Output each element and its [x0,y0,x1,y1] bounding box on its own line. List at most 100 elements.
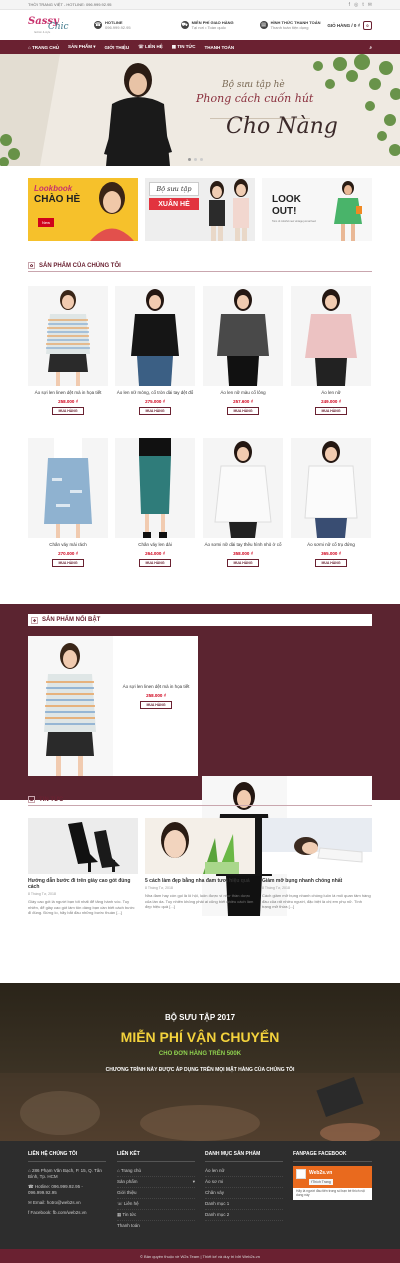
footer-cat-item[interactable]: Áo len nữ [205,1166,283,1177]
news-title[interactable]: Giảm mỡ bụng nhanh chóng nhất [262,878,372,884]
nav-item-news[interactable]: ▦ TIN TỨC [172,44,196,50]
featured-title: ❖ SẢN PHẨM NỔI BẬT [28,614,372,626]
instagram-icon[interactable]: ◎ [354,2,358,8]
buy-button[interactable]: MUA HÀNG [315,558,347,567]
product-name[interactable]: Áo sơmi nữ dài tay thêu hình nhỏ ở cổ [203,542,283,548]
footer-link-payment[interactable]: Thanh toán [117,1221,195,1231]
footer-email[interactable]: ✉ Email: hotro@web2s.vn [28,1198,106,1208]
search-icon[interactable]: ⌕ [369,45,372,50]
buy-button[interactable]: MUA HÀNG [139,558,171,567]
promo-line-2: MIỄN PHÍ VẬN CHUYỂN [120,1029,280,1045]
footer-contact: LIÊN HỆ CHÚNG TÔI ⌂ 286 Phạm Văn Bạch, P… [28,1151,106,1218]
nav-label: SẢN PHẨM [67,44,92,49]
buy-button[interactable]: MUA HÀNG [52,406,84,415]
footer-cat-item[interactable]: Áo sơ mi [205,1177,283,1188]
nav-item-payment[interactable]: THANH TOÁN [205,45,235,50]
news-title[interactable]: Hướng dẫn bước đi trên giày cao gót đúng… [28,878,138,890]
copyright-text: © Bản quyền thuộc về W2s Team | Thiết kế… [139,1253,260,1259]
buy-button[interactable]: MUA HÀNG [315,406,347,415]
product-name[interactable]: Áo len nữ [291,390,371,396]
slider-dots[interactable] [188,158,203,161]
news-card[interactable]: Giảm mỡ bụng nhanh chóng nhất 8 Tháng Tư… [262,818,372,910]
mail-icon[interactable]: ✉ [368,2,372,8]
nav-item-contact[interactable]: ☏ LIÊN HỆ [138,44,163,50]
logo[interactable]: Sassy Chic fashion & style [28,14,70,36]
product-card[interactable]: Chân váy mài rách 270.000 ₫ MUA HÀNG [28,438,108,567]
twitter-icon[interactable]: t [362,2,363,8]
footer-cat-item[interactable]: Chân váy [205,1188,283,1199]
product-image[interactable] [115,286,195,386]
news-excerpt: Giày cao gót là người bạn tốt nhất để tă… [28,899,135,915]
banner-spring-summer[interactable]: Bộ sưu tập XUÂN HÈ [145,178,255,241]
hero-slider[interactable]: Bộ sưu tập hè Phong cách cuốn hút Cho Nà… [0,54,400,166]
product-name[interactable]: Chân váy len dài [115,542,195,548]
news-image[interactable] [262,818,372,874]
product-price: 249.000 ₫ [321,398,341,404]
product-card[interactable]: Áo sợi len linen dệt mà in họa tiết 258.… [28,286,108,415]
buy-button[interactable]: MUA HÀNG [139,406,171,415]
buy-button[interactable]: MUA HÀNG [227,558,259,567]
news-date: 8 Tháng Tư, 2018 [145,886,173,890]
product-card[interactable]: Áo sơmi nữ dài tay thêu hình nhỏ ở cổ 35… [203,438,283,567]
news-title[interactable]: 5 cách làm đẹp bằng nha đam tươi hiệu qu… [145,878,255,884]
footer-link-about[interactable]: Giới thiệu [117,1188,195,1199]
news-card[interactable]: 5 cách làm đẹp bằng nha đam tươi hiệu qu… [145,818,255,910]
slider-dot[interactable] [200,158,203,161]
news-excerpt: Cách giảm mỡ bụng nhanh chóng luôn là mố… [262,893,371,909]
footer-link-news[interactable]: ▦ Tin tức [117,1210,195,1221]
products-section: ✿ SẢN PHẨM CỦA CHÚNG TÔI [28,260,372,272]
nav-item-home[interactable]: ⌂ TRANG CHỦ [28,45,59,50]
fb-like-button[interactable]: f Thích Trang [309,1179,333,1185]
product-card[interactable]: Áo len nữ 249.000 ₫ MUA HÀNG [291,286,371,415]
chevron-down-icon[interactable]: ▾ [193,1179,195,1185]
footer-facebook[interactable]: f Facebook: fb.com/web2s.vn [28,1208,106,1218]
slider-dot[interactable] [194,158,197,161]
banner-look-out[interactable]: LOOK OUT! Tons of colorful new vintage j… [262,178,372,241]
featured-name[interactable]: Áo sợi len linen dệt mà in họa tiết [120,684,192,690]
product-image[interactable] [28,438,108,538]
nav-item-products[interactable]: SẢN PHẨM ▾ [68,44,96,50]
facebook-icon[interactable]: f [349,2,350,8]
footer-cat-item[interactable]: Danh mục 1 [205,1199,283,1210]
product-card[interactable]: Áo len nữ màu cổ lông 257.600 ₫ MUA HÀNG [203,286,283,415]
product-name[interactable]: Áo len nữ mỏng, cổ tròn dài tay dệt đổ [115,390,195,396]
product-card[interactable]: Chân váy len dài 264.000 ₫ MUA HÀNG [115,438,195,567]
fb-page-name[interactable]: Web2s.vn [309,1170,332,1176]
product-name[interactable]: Chân váy mài rách [28,542,108,548]
buy-button[interactable]: MUA HÀNG [227,406,259,415]
product-card[interactable]: Áo sơmi nữ cổ trụ đứng 365.000 ₫ MUA HÀN… [291,438,371,567]
slider-dot[interactable] [188,158,191,161]
hotline-value: 096.999.92.95 [105,25,131,30]
product-image[interactable] [115,438,195,538]
star-icon: ✿ [28,796,35,803]
buy-button[interactable]: MUA HÀNG [52,558,84,567]
footer-link-home[interactable]: ⌂ Trang chủ [117,1166,195,1177]
product-image[interactable] [203,438,283,538]
footer-cat-item[interactable]: Danh mục 2 [205,1210,283,1221]
product-image[interactable] [28,286,108,386]
product-name[interactable]: Áo len nữ màu cổ lông [203,390,283,396]
site-header: Sassy Chic fashion & style ☎ HOTLINE 096.… [0,10,400,40]
product-price: 258.000 ₫ [58,398,78,404]
product-image[interactable] [291,438,371,538]
news-image[interactable] [145,818,255,874]
product-name[interactable]: Áo sợi len linen dệt mà in họa tiết [28,390,108,396]
product-card[interactable]: Áo len nữ mỏng, cổ tròn dài tay dệt đổ 2… [115,286,195,415]
product-image[interactable] [203,286,283,386]
featured-image[interactable] [28,636,113,776]
product-image[interactable] [291,286,371,386]
payment-info: ▤ HÌNH THỨC THANH TOÁN Thanh toán tiện dụ… [259,20,321,30]
product-price: 358.000 ₫ [233,550,253,556]
news-card[interactable]: Hướng dẫn bước đi trên giày cao gót đúng… [28,818,138,916]
buy-button[interactable]: MUA HÀNG [140,700,172,709]
banner-lookbook[interactable]: Lookbook CHÀO HÈ New [28,178,138,241]
footer-link-contact[interactable]: ☏ Liên hệ [117,1199,195,1210]
news-image[interactable] [28,818,138,874]
nav-item-about[interactable]: GIỚI THIỆU [105,45,130,50]
featured-card[interactable]: Áo sợi len linen dệt mà in họa tiết 258.… [28,636,198,776]
footer-link-products[interactable]: Sản phẩm ▾ [117,1177,195,1188]
hotline-info: ☎ HOTLINE 096.999.92.95 [94,20,131,30]
product-name[interactable]: Áo sơmi nữ cổ trụ đứng [291,542,371,548]
facebook-widget[interactable]: Web2s.vn f Thích Trang Hãy là người đầu … [293,1166,372,1200]
cart-button[interactable]: GIỎ HÀNG / 0 ₫ 0 [327,20,372,30]
